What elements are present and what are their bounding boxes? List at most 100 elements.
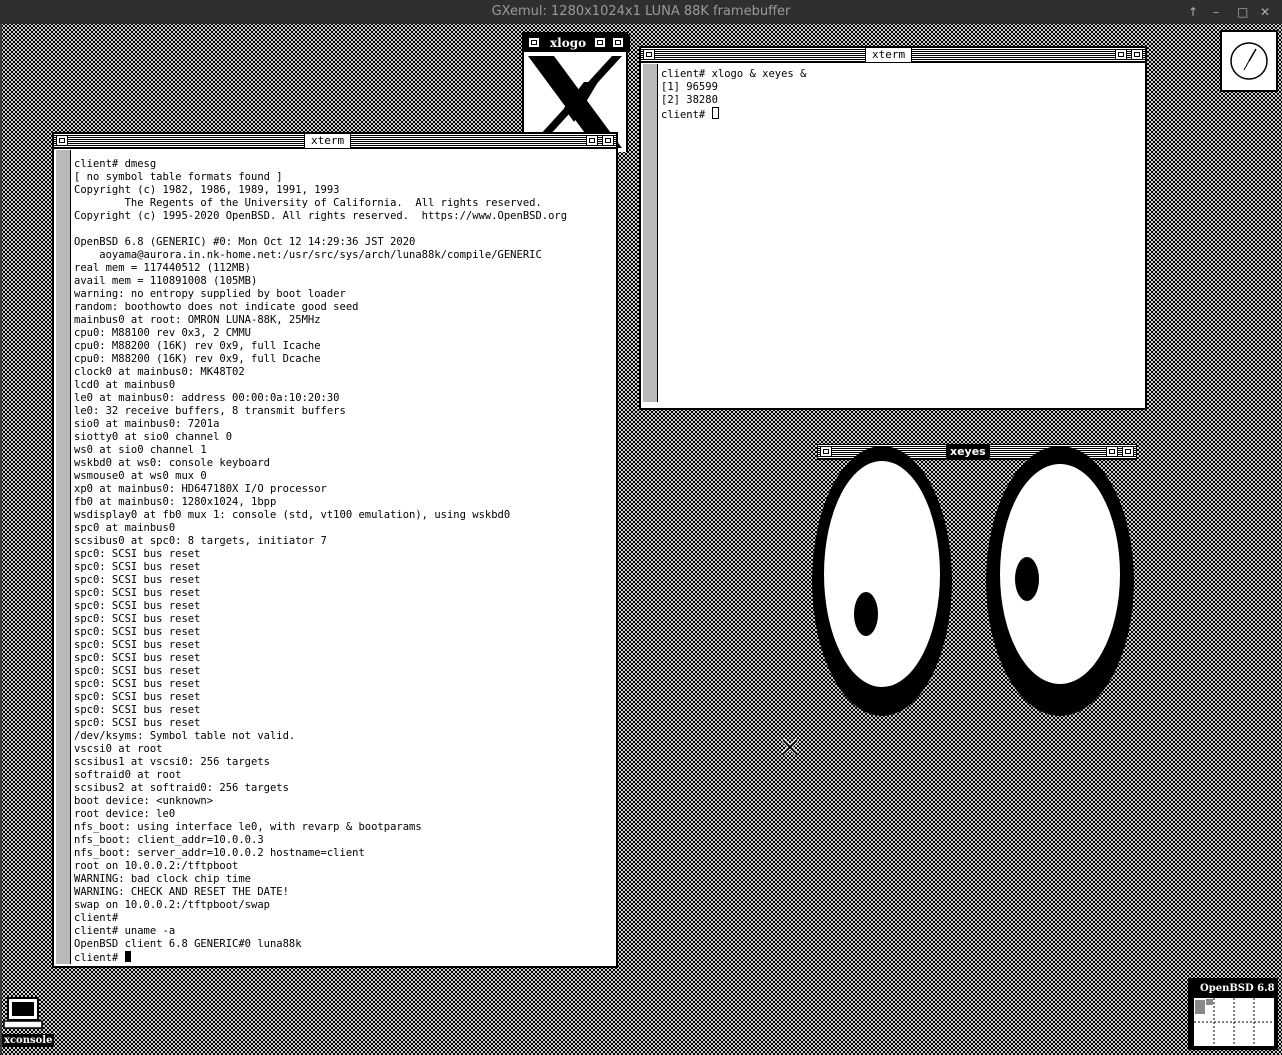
xterm-main-resize-button[interactable] <box>586 135 598 146</box>
xterm-main-output-line: client# dmesg <box>74 158 157 170</box>
xterm-main-output-line: WARNING: CHECK AND RESET THE DATE! <box>74 886 289 898</box>
xterm-main-titlebar[interactable]: xterm <box>54 134 616 149</box>
openbsd-pager-label: OpenBSD 6.8 <box>1200 983 1275 994</box>
xterm-main-output-line: ws0 at sio0 channel 1 <box>74 444 207 456</box>
xterm-main-output-line: cpu0: M88100 rev 0x3, 2 CMMU <box>74 327 252 339</box>
desktop-pager-icon <box>1194 998 1274 1046</box>
xterm-main-output-line: Copyright (c) 1995-2020 OpenBSD. All rig… <box>74 210 568 222</box>
xterm-main-output-line: vscsi0 at root <box>74 743 163 755</box>
xterm-main-output-line: spc0: SCSI bus reset <box>74 639 201 651</box>
xterm-main-output-line: scsibus1 at vscsi0: 256 targets <box>74 756 270 768</box>
xterm-main-output-line: fb0 at mainbus0: 1280x1024, 1bpp <box>74 496 277 508</box>
xterm-main-output-line: avail mem = 110891008 (105MB) <box>74 275 258 287</box>
left-pupil <box>854 592 878 636</box>
xterm-main-output-line: [ no symbol table formats found ] <box>74 171 283 183</box>
xterm-main-output-line: spc0: SCSI bus reset <box>74 600 201 612</box>
xterm-main-output-line: siotty0 at sio0 channel 0 <box>74 431 233 443</box>
xterm-main-output-line: clock0 at mainbus0: MK48T02 <box>74 366 245 378</box>
xterm-main-output-line: root on 10.0.0.2:/tftpboot <box>74 860 239 872</box>
xterm-main-output-line: le0: 32 receive buffers, 8 transmit buff… <box>74 405 346 417</box>
xterm-main-output-line: wsmouse0 at ws0 mux 0 <box>74 470 207 482</box>
xterm-main-iconify-button[interactable] <box>56 135 68 146</box>
xterm-main-output-line: warning: no entropy supplied by boot loa… <box>74 288 346 300</box>
xterm-main-close-button[interactable] <box>602 135 614 146</box>
xterm-main-window[interactable]: xterm client# dmesg [ no symbol table fo… <box>52 132 618 968</box>
xterm-main-output-line: scsibus2 at softraid0: 256 targets <box>74 782 289 794</box>
xterm-main-output-line: client# uname -a <box>74 925 176 937</box>
xterm-main-output-line: The Regents of the University of Califor… <box>124 197 542 209</box>
xterm-main-output-line: cpu0: M88200 (16K) rev 0x9, full Icache <box>74 340 321 352</box>
xterm-main-cursor <box>124 951 131 962</box>
xconsole-icon[interactable]: xconsole <box>2 996 55 1052</box>
host-window-title: GXemul: 1280x1024x1 LUNA 88K framebuffer <box>491 4 791 19</box>
xterm-main-output-line: Copyright (c) 1982, 1986, 1989, 1991, 19… <box>74 184 340 196</box>
xterm-main-output-line: lcd0 at mainbus0 <box>74 379 176 391</box>
xterm-main-output[interactable]: client# dmesg [ no symbol table formats … <box>74 158 567 965</box>
xterm-main-output-line: nfs_boot: client_addr=10.0.0.3 <box>74 834 264 846</box>
xterm-small-prompt: client# <box>661 109 712 121</box>
xterm-main-output-line: OpenBSD client 6.8 GENERIC#0 luna88k <box>74 938 302 950</box>
x11-desktop[interactable]: xlogo xterm client# xlogo & xeyes & [1] … <box>2 24 1282 1055</box>
xterm-small-output-line: [2] 38280 <box>661 94 718 106</box>
xterm-small-iconify-button[interactable] <box>643 49 655 60</box>
xterm-main-title: xterm <box>304 134 352 148</box>
xterm-main-output-line: swap on 10.0.0.2:/tftpboot/swap <box>74 899 270 911</box>
xterm-main-output-line: spc0: SCSI bus reset <box>74 717 201 729</box>
xterm-small-scrollbar[interactable] <box>643 64 658 402</box>
xterm-main-output-line: random: boothowto does not indicate good… <box>74 301 359 313</box>
xterm-main-output-line: wsdisplay0 at fb0 mux 1: console (std, v… <box>74 509 511 521</box>
openbsd-pager[interactable]: OpenBSD 6.8 <box>1188 978 1278 1050</box>
xlogo-title: xlogo <box>550 36 587 50</box>
xconsole-icon-label: xconsole <box>2 1034 55 1047</box>
xterm-main-output-line: cpu0: M88200 (16K) rev 0x9, full Dcache <box>74 353 321 365</box>
xlogo-titlebar[interactable]: xlogo <box>524 34 630 52</box>
computer-terminal-icon <box>3 997 43 1029</box>
x-cursor-icon <box>781 738 799 756</box>
xterm-main-output-line: spc0: SCSI bus reset <box>74 665 201 677</box>
xterm-main-output-line: spc0: SCSI bus reset <box>74 548 201 560</box>
xterm-main-output-line: /dev/ksyms: Symbol table not valid. <box>74 730 296 742</box>
xterm-small-title: xterm <box>865 48 913 62</box>
maximize-icon[interactable]: □ <box>1237 0 1248 24</box>
xlogo-resize-button[interactable] <box>594 37 606 48</box>
xterm-main-output-line: wskbd0 at ws0: console keyboard <box>74 457 270 469</box>
xterm-main-output-line: spc0: SCSI bus reset <box>74 652 201 664</box>
xterm-main-output-line: nfs_boot: server_addr=10.0.0.2 hostname=… <box>74 847 365 859</box>
xterm-main-output-line: nfs_boot: using interface le0, with reva… <box>74 821 422 833</box>
xterm-main-output-line: root device: le0 <box>74 808 176 820</box>
xterm-small-output-line: [1] 96599 <box>661 81 718 93</box>
xterm-main-output-line: client# <box>74 912 119 924</box>
xterm-main-output-line: spc0: SCSI bus reset <box>74 587 201 599</box>
xterm-main-output-line: mainbus0 at root: OMRON LUNA-88K, 25MHz <box>74 314 321 326</box>
clock-icon <box>1230 42 1268 80</box>
xterm-main-output-line: WARNING: bad clock chip time <box>74 873 252 885</box>
xterm-main-output-line: spc0 at mainbus0 <box>74 522 176 534</box>
xeyes-eyes-icon <box>812 446 1134 716</box>
xterm-small-resize-button[interactable] <box>1115 49 1127 60</box>
xterm-small-cursor <box>711 107 719 119</box>
xterm-main-output-line: sio0 at mainbus0: 7201a <box>74 418 220 430</box>
host-window-titlebar: GXemul: 1280x1024x1 LUNA 88K framebuffer… <box>0 0 1282 24</box>
xterm-main-output-line: real mem = 117440512 (112MB) <box>74 262 252 274</box>
right-pupil <box>1015 557 1039 601</box>
xlogo-iconify-button[interactable] <box>528 37 540 48</box>
xterm-main-output-line: spc0: SCSI bus reset <box>74 561 201 573</box>
xterm-main-prompt: client# <box>74 952 125 964</box>
xterm-main-output-line: spc0: SCSI bus reset <box>74 626 201 638</box>
xterm-main-output-line: spc0: SCSI bus reset <box>74 691 201 703</box>
xterm-main-output-line: le0 at mainbus0: address 00:00:0a:10:20:… <box>74 392 340 404</box>
xclock-window[interactable] <box>1220 30 1278 92</box>
xterm-main-scrollbar[interactable] <box>56 150 71 964</box>
xterm-small-window[interactable]: xterm client# xlogo & xeyes & [1] 96599 … <box>639 46 1147 410</box>
xlogo-close-button[interactable] <box>612 37 624 48</box>
xterm-main-output-line: spc0: SCSI bus reset <box>74 678 201 690</box>
xterm-small-close-button[interactable] <box>1131 49 1143 60</box>
xterm-main-output-line: xp0 at mainbus0: HD647180X I/O processor <box>74 483 327 495</box>
xterm-main-output-line: softraid0 at root <box>74 769 182 781</box>
xterm-small-titlebar[interactable]: xterm <box>641 48 1145 63</box>
keep-above-icon[interactable]: ↑ <box>1188 0 1198 24</box>
close-icon[interactable]: ✕ <box>1260 0 1270 24</box>
xterm-main-output-line: spc0: SCSI bus reset <box>74 704 201 716</box>
xterm-small-output[interactable]: client# xlogo & xeyes & [1] 96599 [2] 38… <box>661 68 806 122</box>
minimize-icon[interactable]: – <box>1213 0 1219 24</box>
